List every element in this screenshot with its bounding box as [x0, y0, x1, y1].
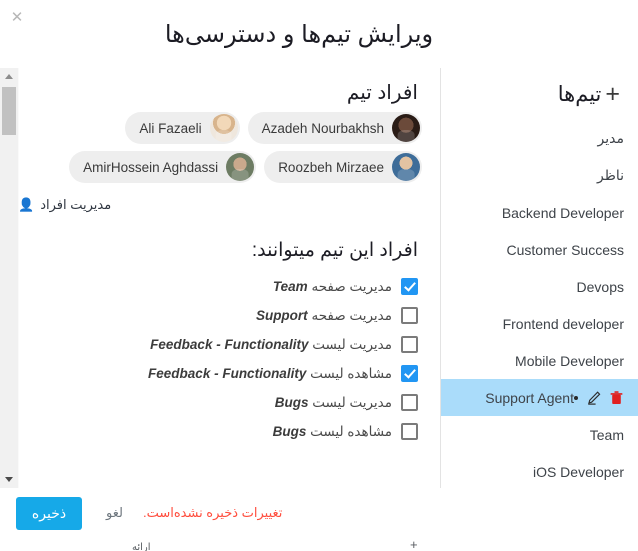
member-chip[interactable]: AmirHossein Aghdassi	[69, 151, 257, 183]
team-item-label: Devops	[576, 278, 624, 295]
permission-checkbox[interactable]	[401, 365, 418, 382]
permission-label-target: Team	[272, 278, 308, 294]
permission-row[interactable]: مشاهده لیست Feedback - Functionality	[18, 359, 418, 388]
team-list: مدیر ناظر Backend Developer Customer Succes…	[441, 120, 638, 490]
page-title: ویرایش تیم‌ها و دسترسی‌ها	[164, 20, 434, 48]
permissions-section-title: افراد این تیم میتوانند:	[251, 240, 418, 261]
edit-teams-modal: ✕ ویرایش تیم‌ها و دسترسی‌ها افراد تیم Az…	[0, 0, 638, 538]
members-section-title: افراد تیم	[346, 82, 418, 104]
permission-label: مدیریت صفحه Support	[256, 308, 392, 324]
add-team-button[interactable]: +	[601, 81, 624, 107]
permission-label-target: Feedback - Functionality	[148, 365, 307, 381]
member-name: AmirHossein Aghdassi	[83, 159, 219, 175]
member-chip[interactable]: Ali Fazaeli	[125, 112, 240, 144]
permission-checkbox[interactable]	[401, 278, 418, 295]
permission-row[interactable]: مدیریت لیست Bugs	[18, 388, 418, 417]
teams-sidebar: + تیم‌ها مدیر ناظر Backend Developer Custom…	[440, 68, 638, 488]
modal-header: ✕ ویرایش تیم‌ها و دسترسی‌ها	[0, 0, 638, 68]
member-name: Ali Fazaeli	[139, 120, 202, 136]
pencil-icon[interactable]	[586, 390, 602, 406]
permission-label: مشاهده لیست Feedback - Functionality	[148, 366, 392, 382]
permission-label-fa: مشاهده لیست	[310, 423, 392, 439]
team-item-label: مدیر	[597, 130, 624, 146]
team-item-label: Team	[589, 426, 624, 443]
permission-label-fa: مشاهده لیست	[310, 365, 392, 381]
permission-row[interactable]: مشاهده لیست Bugs	[18, 417, 418, 446]
permission-label: مدیریت لیست Feedback - Functionality	[150, 337, 392, 353]
permission-row[interactable]: مدیریت صفحه Support	[18, 301, 418, 330]
team-list-item[interactable]: Support Agent	[441, 379, 638, 416]
team-item-label: Support Agent	[485, 389, 574, 406]
avatar	[226, 153, 255, 181]
cancel-button[interactable]: لغو	[100, 504, 129, 522]
permissions-list: مدیریت صفحه Team مدیریت صفحه Support مدیری…	[18, 262, 424, 446]
permission-checkbox[interactable]	[401, 336, 418, 353]
team-list-item[interactable]: Devops	[441, 268, 638, 305]
permission-label-fa: مدیریت صفحه	[311, 278, 392, 294]
modal-footer: ذخیره لغو تغییرات ذخیره نشده‌است.	[0, 488, 638, 538]
permission-row[interactable]: مدیریت صفحه Team	[18, 272, 418, 301]
team-list-item[interactable]: ناظر	[441, 157, 638, 194]
modal-content: افراد تیم Azadeh Nourbakhsh Ali Fazaeli Ro…	[18, 68, 638, 488]
teams-sidebar-header: + تیم‌ها	[441, 68, 638, 120]
member-name: Azadeh Nourbakhsh	[261, 120, 384, 136]
team-list-item[interactable]: Frontend developer	[441, 305, 638, 342]
permission-row[interactable]: مدیریت لیست Feedback - Functionality	[18, 330, 418, 359]
avatar	[392, 153, 420, 181]
person-icon: 👤	[18, 197, 35, 212]
avatar	[209, 114, 238, 142]
permission-label-fa: مدیریت لیست	[312, 336, 392, 352]
close-icon[interactable]: ✕	[6, 6, 28, 28]
teams-sidebar-title: تیم‌ها	[557, 82, 602, 106]
permission-label-target: Support	[255, 307, 308, 323]
permission-label-fa: مدیریت لیست	[312, 394, 392, 410]
modal-body: افراد تیم Azadeh Nourbakhsh Ali Fazaeli Ro…	[0, 68, 638, 488]
permission-label-target: Feedback - Functionality	[150, 336, 309, 352]
team-item-label: Customer Success	[506, 241, 624, 258]
member-chip-list: Azadeh Nourbakhsh Ali Fazaeli Roozbeh Mirz…	[18, 108, 424, 183]
member-chip[interactable]: Azadeh Nourbakhsh	[247, 112, 422, 144]
manage-people-label: مدیریت افراد	[40, 197, 112, 212]
team-item-label: Mobile Developer	[515, 352, 624, 369]
permission-checkbox[interactable]	[401, 307, 418, 324]
permission-label-target: Bugs	[274, 394, 309, 410]
save-button[interactable]: ذخیره	[16, 496, 82, 530]
permission-checkbox[interactable]	[401, 423, 418, 440]
trash-icon[interactable]	[608, 390, 624, 406]
selected-indicator-dot	[574, 395, 578, 400]
team-item-label: Frontend developer	[502, 315, 624, 332]
background-page-strip: ارائه‌ + ارائه‌	[0, 538, 638, 551]
team-item-label: iOS Developer	[532, 463, 624, 480]
permission-label: مدیریت صفحه Team	[273, 279, 392, 295]
team-detail-panel: افراد تیم Azadeh Nourbakhsh Ali Fazaeli Ro…	[18, 68, 440, 488]
permission-label: مشاهده لیست Bugs	[273, 424, 392, 440]
modal-scrollbar[interactable]	[0, 68, 19, 488]
team-list-item[interactable]: iOS Developer	[441, 453, 638, 490]
permission-label: مدیریت لیست Bugs	[275, 395, 392, 411]
permission-checkbox[interactable]	[401, 394, 418, 411]
unsaved-changes-note: تغییرات ذخیره نشده‌است.	[142, 505, 283, 520]
team-item-actions	[586, 390, 624, 406]
member-name: Roozbeh Mirzaee	[278, 159, 384, 175]
team-list-item[interactable]: Customer Success	[441, 231, 638, 268]
team-list-item[interactable]: مدیر	[441, 120, 638, 157]
background-fragment-mid: +	[410, 538, 418, 551]
avatar	[392, 114, 420, 142]
team-list-item[interactable]: Mobile Developer	[441, 342, 638, 379]
scroll-up-arrow-icon[interactable]	[0, 68, 18, 85]
scrollbar-thumb[interactable]	[2, 87, 16, 135]
permission-label-fa: مدیریت صفحه	[311, 307, 392, 323]
team-list-item[interactable]: Team	[441, 416, 638, 453]
team-list-item[interactable]: Backend Developer	[441, 194, 638, 231]
permission-label-target: Bugs	[272, 423, 307, 439]
member-chip[interactable]: Roozbeh Mirzaee	[264, 151, 422, 183]
team-item-label: Backend Developer	[501, 204, 624, 221]
scroll-down-arrow-icon[interactable]	[0, 471, 18, 488]
manage-people-link[interactable]: 👤 مدیریت افراد	[18, 183, 424, 213]
team-item-label: ناظر	[596, 167, 624, 183]
background-fragment-left: ارائه‌	[132, 542, 151, 551]
